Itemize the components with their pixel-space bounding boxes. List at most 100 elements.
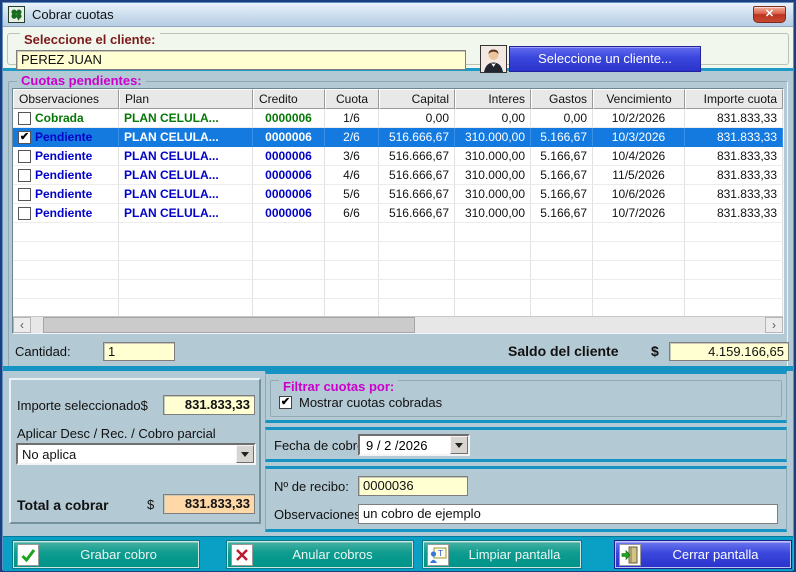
scroll-left-icon[interactable]: ‹ [13,317,31,333]
table-cell [531,261,593,279]
client-name-input[interactable]: PEREZ JUAN [16,50,466,70]
row-checkbox[interactable] [18,150,31,163]
column-header[interactable]: Observaciones [13,89,119,109]
mostrar-cobradas-checkbox[interactable]: ✔ [279,396,292,409]
titlebar: Cobrar cuotas ✕ [3,3,793,27]
table-cell: Cobrada [13,109,119,127]
descuento-selected-value: No aplica [22,447,76,462]
table-cell: 4/6 [325,166,379,184]
table-row[interactable]: PendientePLAN CELULA...00000064/6516.666… [13,166,783,185]
table-cell: PLAN CELULA... [119,185,253,203]
row-checkbox[interactable] [18,207,31,220]
chevron-down-icon[interactable] [236,445,254,463]
row-checkbox[interactable]: ✔ [18,131,31,144]
table-cell [119,280,253,298]
limpiar-pantalla-button[interactable]: T Limpiar pantalla [423,541,581,568]
table-cell [685,261,783,279]
row-checkbox[interactable] [18,188,31,201]
red-cross-icon [231,544,253,566]
table-cell: Pendiente [13,147,119,165]
table-cell: 831.833,33 [685,109,783,127]
cerrar-pantalla-label: Cerrar pantalla [641,547,790,562]
bottom-section: Importe seleccionado$ 831.833,33 Aplicar… [3,371,793,535]
payment-panel: Importe seleccionado$ 831.833,33 Aplicar… [9,378,261,524]
table-cell [325,299,379,317]
horizontal-scrollbar[interactable]: ‹ › [13,316,783,333]
table-cell: 0000006 [253,185,325,203]
table-cell [685,223,783,241]
table-cell: 11/5/2026 [593,166,685,184]
fecha-cobro-dropdown[interactable]: 9 / 2 /2026 [358,434,470,456]
column-header[interactable]: Capital [379,89,455,109]
table-cell: 516.666,67 [379,185,455,203]
table-cell: 6/6 [325,204,379,222]
cerrar-pantalla-button[interactable]: Cerrar pantalla [615,541,791,568]
table-cell [379,261,455,279]
table-row[interactable]: ✔PendientePLAN CELULA...00000062/6516.66… [13,128,783,147]
total-currency: $ [147,497,154,512]
table-row[interactable]: PendientePLAN CELULA...00000063/6516.666… [13,147,783,166]
row-checkbox[interactable] [18,112,31,125]
recibo-panel: Nº de recibo: 0000036 Observaciones: un … [265,466,787,532]
saldo-currency: $ [651,343,659,359]
table-cell [455,223,531,241]
table-row[interactable]: PendientePLAN CELULA...00000065/6516.666… [13,185,783,204]
table-cell [531,280,593,298]
table-cell [13,299,119,317]
table-cell: 5.166,67 [531,166,593,184]
cuotas-section: Cuotas pendientes: ObservacionesPlanCred… [3,74,793,370]
recibo-input[interactable]: 0000036 [358,476,468,496]
table-cell [455,242,531,260]
anular-cobros-button[interactable]: Anular cobros [227,541,413,568]
table-cell: 516.666,67 [379,166,455,184]
table-cell: 516.666,67 [379,204,455,222]
table-row[interactable]: PendientePLAN CELULA...00000066/6516.666… [13,204,783,223]
table-cell: 10/3/2026 [593,128,685,146]
descuento-dropdown[interactable]: No aplica [16,443,256,465]
column-header[interactable]: Importe cuota [685,89,783,109]
close-button[interactable]: ✕ [753,6,786,23]
column-header[interactable]: Credito [253,89,325,109]
scrollbar-track[interactable] [31,317,765,333]
row-status: Pendiente [35,128,92,146]
table-cell: 5.166,67 [531,128,593,146]
table-cell: 1/6 [325,109,379,127]
column-header[interactable]: Cuota [325,89,379,109]
table-cell: 0,00 [455,109,531,127]
scroll-right-icon[interactable]: › [765,317,783,333]
row-checkbox[interactable] [18,169,31,182]
table-cell [379,242,455,260]
svg-text:T: T [438,549,443,558]
table-cell: Pendiente [13,204,119,222]
table-cell [253,299,325,317]
column-header[interactable]: Plan [119,89,253,109]
table-cell: PLAN CELULA... [119,147,253,165]
table-row[interactable]: CobradaPLAN CELULA...00000061/60,000,000… [13,109,783,128]
fecha-panel: Fecha de cobro: 9 / 2 /2026 [265,427,787,462]
cantidad-value: 1 [103,342,175,361]
row-status: Pendiente [35,204,92,222]
select-client-button[interactable]: Seleccione un cliente... [509,46,701,72]
chevron-down-icon[interactable] [450,436,468,454]
table-cell [325,242,379,260]
table-cell [119,299,253,317]
client-avatar-icon [480,45,507,73]
grabar-cobro-button[interactable]: Grabar cobro [13,541,199,568]
table-cell [593,242,685,260]
empty-table-row [13,223,783,242]
table-cell [531,223,593,241]
table-cell [253,280,325,298]
table-cell [455,280,531,298]
column-header[interactable]: Interes [455,89,531,109]
column-header[interactable]: Vencimiento [593,89,685,109]
observaciones-input[interactable]: un cobro de ejemplo [358,504,778,524]
empty-table-row [13,280,783,299]
fecha-cobro-value: 9 / 2 /2026 [366,438,427,453]
table-cell [593,223,685,241]
importe-seleccionado-label: Importe seleccionado$ [17,398,148,413]
scrollbar-thumb[interactable] [43,317,415,333]
table-cell: 10/2/2026 [593,109,685,127]
table-cell [13,261,119,279]
fecha-cobro-label: Fecha de cobro: [274,438,368,453]
column-header[interactable]: Gastos [531,89,593,109]
